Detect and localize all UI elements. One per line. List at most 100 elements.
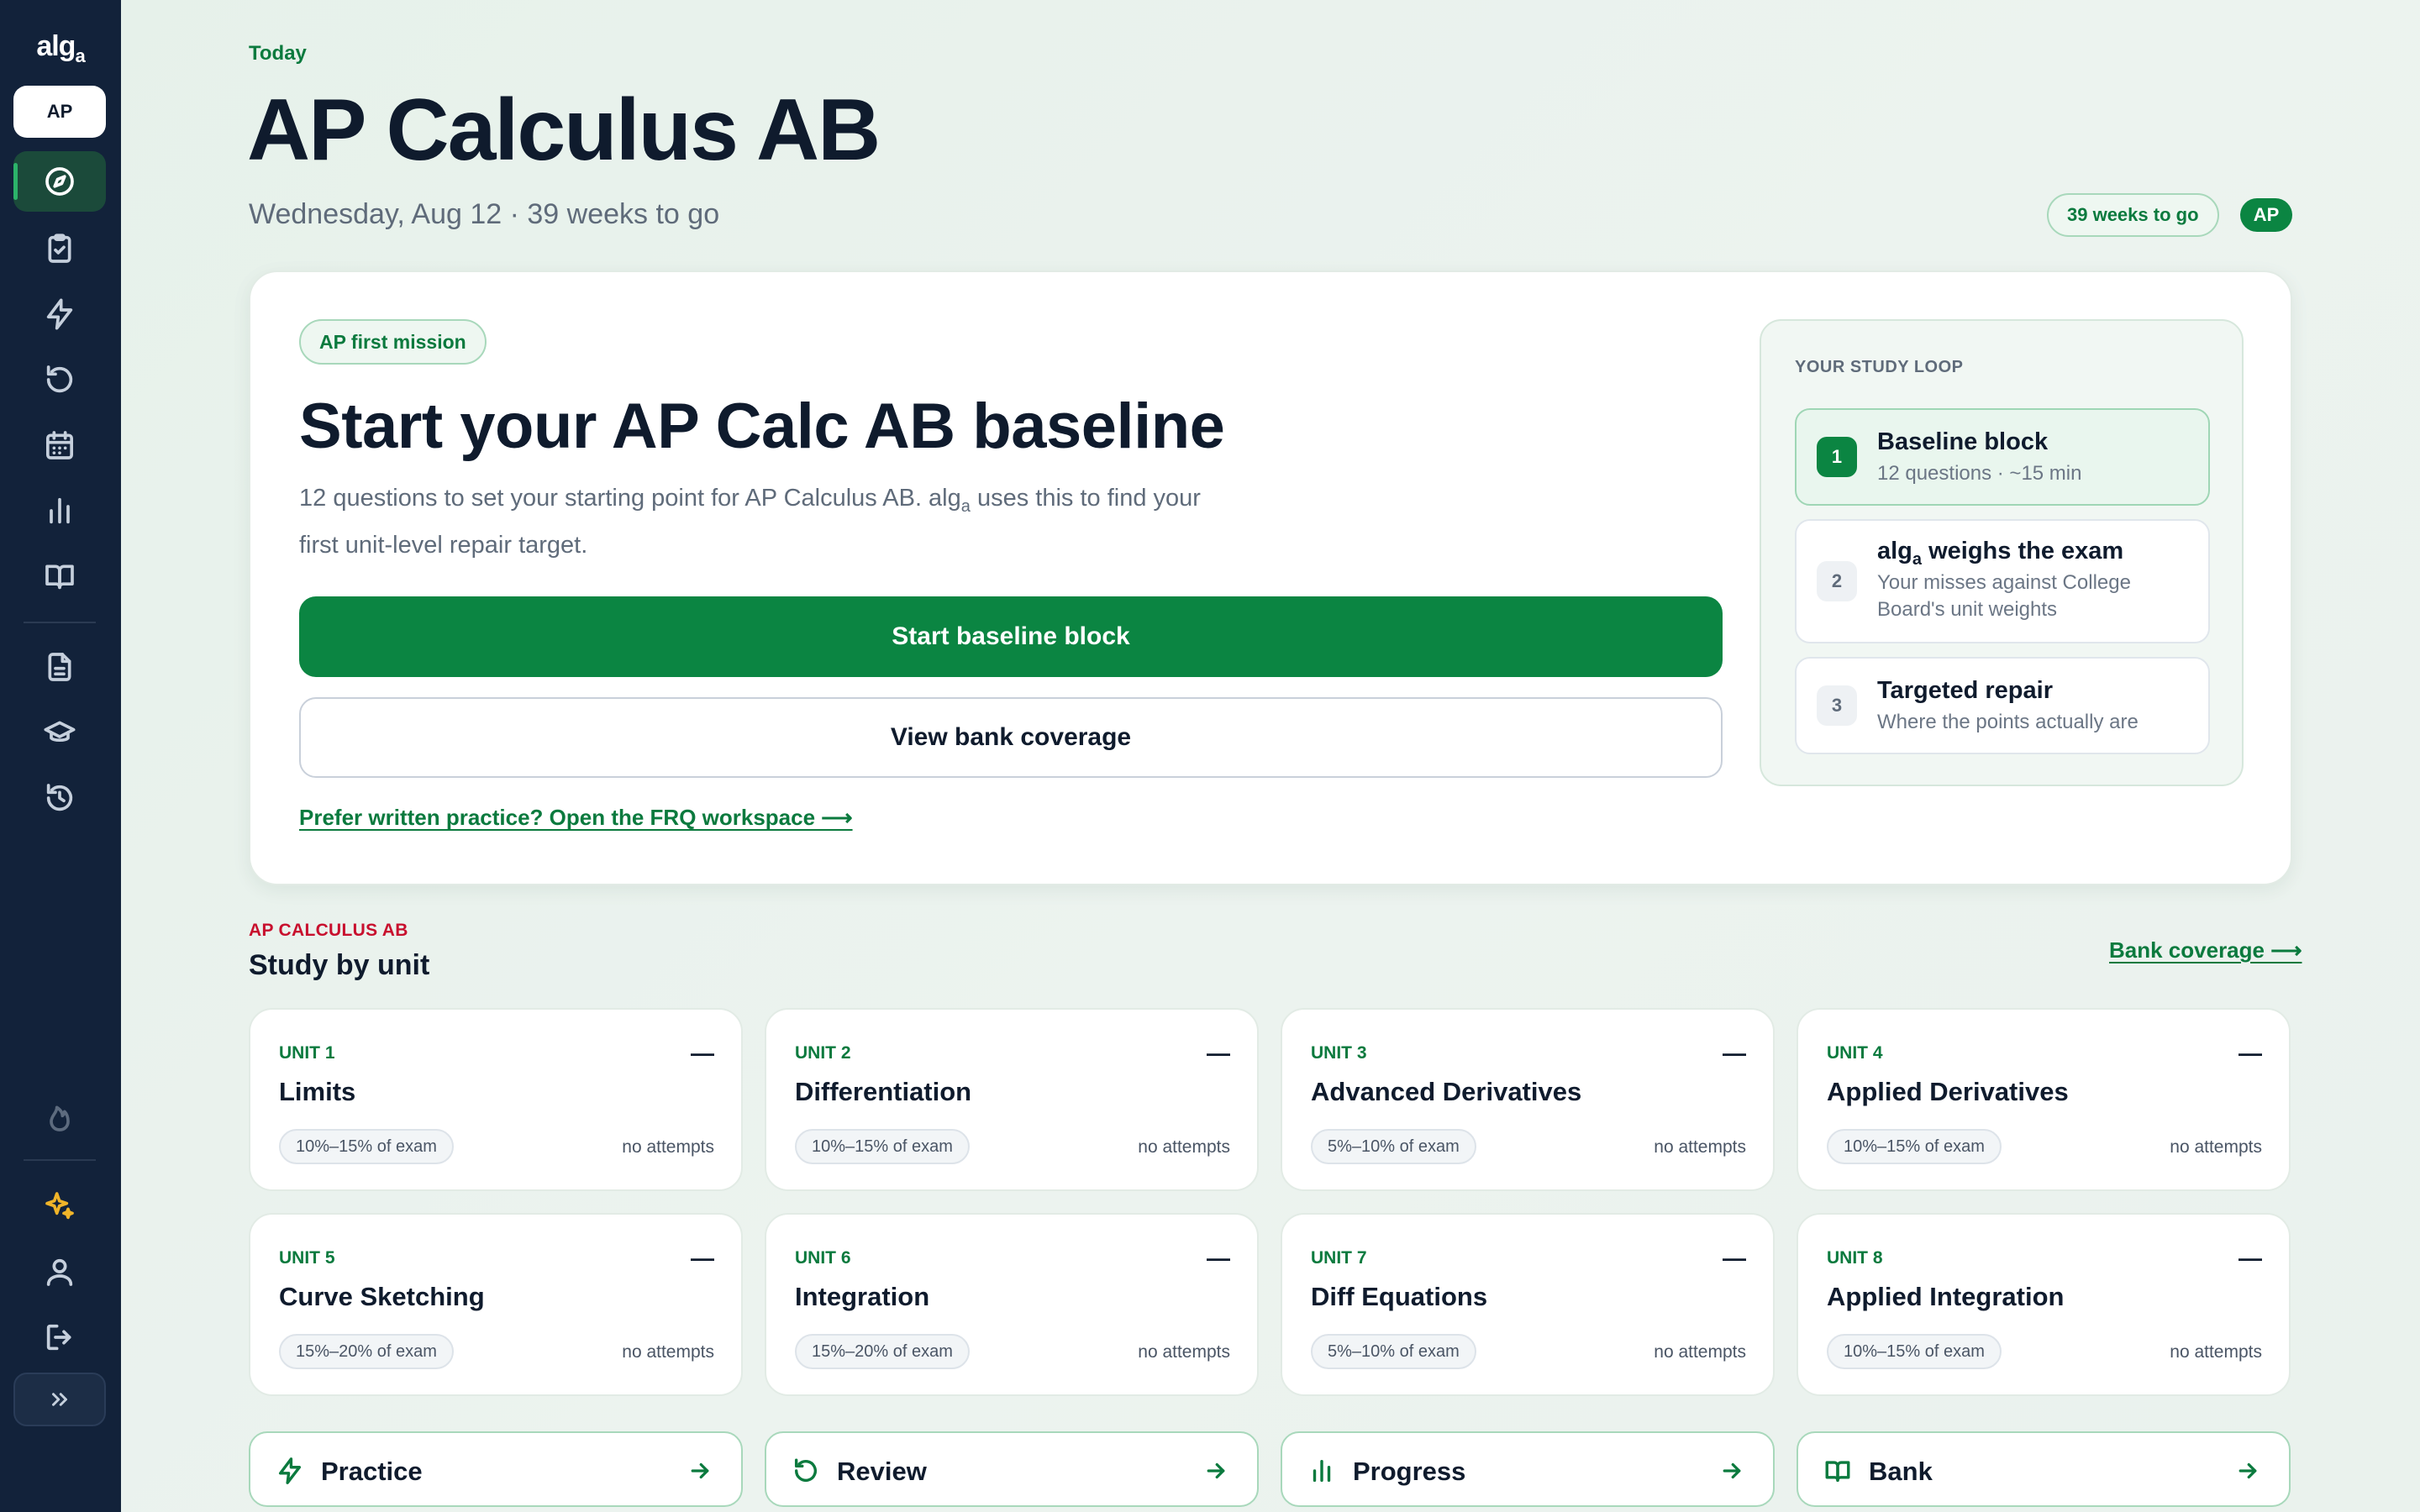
unit-weight-badge: 10%–15% of exam bbox=[1827, 1334, 2002, 1369]
unit-attempts: no attempts bbox=[622, 1342, 714, 1362]
baseline-mission-card: AP first mission Start your AP Calc AB b… bbox=[249, 270, 2292, 885]
book-open-icon bbox=[1823, 1457, 1852, 1485]
quick-link-bank[interactable]: Bank bbox=[1797, 1431, 2291, 1507]
unit-card[interactable]: UNIT 5 — Curve Sketching 15%–20% of exam… bbox=[249, 1213, 743, 1396]
page-title: AP Calculus AB bbox=[247, 81, 881, 179]
arrow-right-icon bbox=[687, 1458, 713, 1483]
nav-review[interactable] bbox=[13, 349, 106, 410]
unit-name: Integration bbox=[795, 1282, 930, 1311]
unit-name: Applied Integration bbox=[1827, 1282, 2065, 1311]
logo-text: alg bbox=[36, 30, 76, 62]
logo-subscript: a bbox=[75, 45, 85, 66]
unit-name: Limits bbox=[279, 1077, 356, 1106]
unit-label: UNIT 8 bbox=[1827, 1248, 1883, 1268]
nav-today[interactable] bbox=[13, 151, 106, 212]
arrow-right-icon bbox=[2235, 1458, 2260, 1483]
expand-sidebar-button[interactable] bbox=[13, 1373, 106, 1426]
document-icon bbox=[48, 653, 71, 681]
unit-label: UNIT 5 bbox=[279, 1248, 335, 1268]
nav-practice[interactable] bbox=[13, 284, 106, 344]
unit-attempts: no attempts bbox=[2170, 1342, 2262, 1362]
unit-label: UNIT 2 bbox=[795, 1043, 851, 1063]
quick-link-label: Bank bbox=[1869, 1457, 1933, 1486]
unit-attempts: no attempts bbox=[1138, 1137, 1230, 1157]
nav-courses[interactable] bbox=[13, 702, 106, 763]
unit-card[interactable]: UNIT 1 — Limits 10%–15% of exam no attem… bbox=[249, 1008, 743, 1191]
lightning-icon bbox=[46, 298, 73, 330]
unit-card[interactable]: UNIT 4 — Applied Derivatives 10%–15% of … bbox=[1797, 1008, 2291, 1191]
nav-frq[interactable] bbox=[13, 637, 106, 697]
unit-attempts: no attempts bbox=[1654, 1342, 1746, 1362]
unit-card[interactable]: UNIT 2 — Differentiation 10%–15% of exam… bbox=[765, 1008, 1259, 1191]
step-title-sub: a bbox=[1912, 549, 1923, 569]
nav-schedule[interactable] bbox=[13, 415, 106, 475]
section-title: Study by unit bbox=[249, 949, 430, 981]
frq-workspace-link[interactable]: Prefer written practice? Open the FRQ wo… bbox=[299, 805, 853, 831]
exam-switcher[interactable]: AP bbox=[13, 86, 106, 138]
unit-attempts: no attempts bbox=[622, 1137, 714, 1157]
nav-bank[interactable] bbox=[13, 546, 106, 606]
step-title: Baseline block bbox=[1877, 428, 2049, 455]
bar-chart-icon bbox=[50, 497, 70, 524]
unit-name: Curve Sketching bbox=[279, 1282, 485, 1311]
streak-flame[interactable] bbox=[13, 1087, 106, 1147]
exam-badge: AP bbox=[2240, 198, 2292, 232]
app-logo[interactable]: alga bbox=[0, 30, 121, 67]
desc-logo-sub: a bbox=[960, 496, 971, 516]
nav-ai-assist[interactable] bbox=[13, 1176, 106, 1236]
bank-coverage-link[interactable]: Bank coverage ⟶ bbox=[2109, 937, 2302, 963]
nav-assignments[interactable] bbox=[13, 218, 106, 279]
unit-status: — bbox=[1723, 1245, 1746, 1271]
desc-text: 12 questions to set your starting point … bbox=[299, 485, 961, 512]
today-kicker: Today bbox=[249, 42, 307, 65]
user-icon bbox=[46, 1258, 73, 1286]
sidebar-divider bbox=[24, 1159, 96, 1161]
unit-status: — bbox=[1207, 1040, 1230, 1066]
step-title-text: alg bbox=[1877, 538, 1912, 564]
arrow-right-icon bbox=[1719, 1458, 1744, 1483]
unit-name: Advanced Derivatives bbox=[1311, 1077, 1582, 1106]
clipboard-check-icon bbox=[48, 234, 71, 263]
unit-weight-badge: 5%–10% of exam bbox=[1311, 1334, 1476, 1369]
nav-progress[interactable] bbox=[13, 480, 106, 541]
unit-card[interactable]: UNIT 6 — Integration 15%–20% of exam no … bbox=[765, 1213, 1259, 1396]
logout-icon bbox=[46, 1324, 71, 1351]
study-loop-panel: YOUR STUDY LOOP 1 Baseline block 12 ques… bbox=[1760, 319, 2244, 786]
unit-weight-badge: 10%–15% of exam bbox=[795, 1129, 970, 1164]
view-bank-coverage-button[interactable]: View bank coverage bbox=[299, 697, 1723, 778]
mission-pill: AP first mission bbox=[299, 319, 487, 365]
unit-label: UNIT 4 bbox=[1827, 1043, 1883, 1063]
nav-logout[interactable] bbox=[13, 1307, 106, 1368]
unit-attempts: no attempts bbox=[2170, 1137, 2262, 1157]
quick-link-label: Practice bbox=[321, 1457, 423, 1486]
unit-status: — bbox=[1207, 1245, 1230, 1271]
start-baseline-button[interactable]: Start baseline block bbox=[299, 596, 1723, 677]
history-icon bbox=[46, 784, 73, 811]
step-number: 3 bbox=[1817, 685, 1857, 726]
weeks-to-go-badge: 39 weeks to go bbox=[2047, 193, 2219, 237]
sparkles-icon bbox=[45, 1192, 74, 1220]
unit-label: UNIT 6 bbox=[795, 1248, 851, 1268]
loop-step: 3 Targeted repair Where the points actua… bbox=[1795, 657, 2210, 754]
unit-card[interactable]: UNIT 8 — Applied Integration 10%–15% of … bbox=[1797, 1213, 2291, 1396]
nav-profile[interactable] bbox=[13, 1242, 106, 1302]
step-subtitle: Where the points actually are bbox=[1877, 711, 2139, 733]
unit-card[interactable]: UNIT 3 — Advanced Derivatives 5%–10% of … bbox=[1281, 1008, 1775, 1191]
flame-icon bbox=[50, 1105, 70, 1131]
quick-link-review[interactable]: Review bbox=[765, 1431, 1259, 1507]
unit-name: Applied Derivatives bbox=[1827, 1077, 2069, 1106]
unit-attempts: no attempts bbox=[1654, 1137, 1746, 1157]
quick-link-practice[interactable]: Practice bbox=[249, 1431, 743, 1507]
sidebar-divider bbox=[24, 622, 96, 623]
quick-link-progress[interactable]: Progress bbox=[1281, 1431, 1775, 1507]
unit-card[interactable]: UNIT 7 — Diff Equations 5%–10% of exam n… bbox=[1281, 1213, 1775, 1396]
refresh-icon bbox=[792, 1457, 820, 1485]
quick-link-label: Progress bbox=[1353, 1457, 1466, 1486]
chevrons-right-icon bbox=[52, 1393, 67, 1406]
graduation-cap-icon bbox=[44, 721, 76, 742]
unit-weight-badge: 5%–10% of exam bbox=[1311, 1129, 1476, 1164]
nav-history[interactable] bbox=[13, 768, 106, 828]
section-kicker: AP CALCULUS AB bbox=[249, 921, 408, 940]
unit-name: Diff Equations bbox=[1311, 1282, 1488, 1311]
arrow-right-icon bbox=[1203, 1458, 1228, 1483]
